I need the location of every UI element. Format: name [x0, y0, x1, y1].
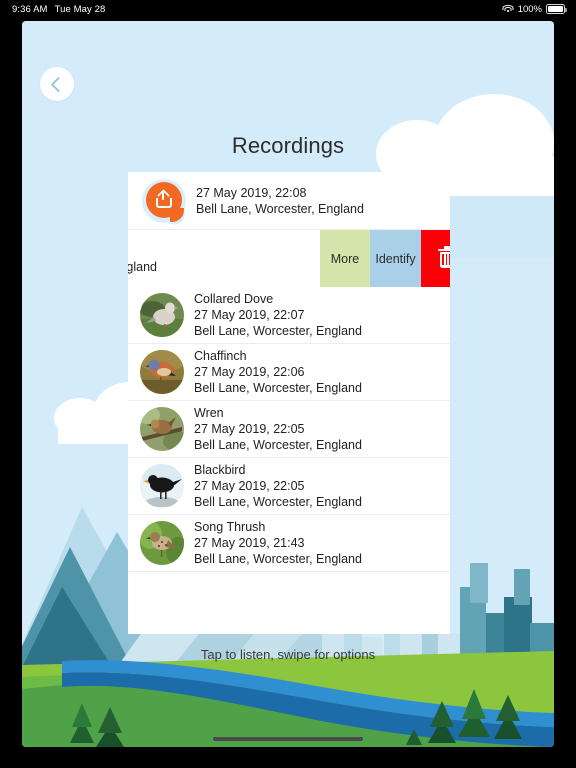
recording-time: 27 May 2019, 22:07	[194, 308, 305, 322]
list-item-meta: 08 ster, England	[128, 243, 157, 275]
recording-location: Bell Lane, Worcester, England	[194, 438, 362, 452]
table-row[interactable]: Collared Dove 27 May 2019, 22:07 Bell La…	[128, 287, 450, 344]
recording-location: ster, England	[128, 259, 157, 274]
status-time: 9:36 AM	[12, 3, 48, 15]
table-row[interactable]: Song Thrush 27 May 2019, 21:43 Bell Lane…	[128, 515, 450, 572]
bird-thumbnail-blackbird	[140, 464, 184, 508]
recording-time: 27 May 2019, 22:08	[196, 185, 307, 200]
bird-thumbnail-song-thrush	[140, 521, 184, 565]
bird-name: Chaffinch	[194, 349, 247, 363]
list-item-swiped[interactable]: 08 ster, England More Identify	[128, 230, 450, 287]
home-indicator[interactable]	[213, 737, 363, 741]
list-item-meta: Song Thrush 27 May 2019, 21:43 Bell Lane…	[194, 519, 362, 567]
list-item-upload[interactable]: 27 May 2019, 22:08 Bell Lane, Worcester,…	[128, 172, 450, 230]
list-item-meta: Blackbird 27 May 2019, 22:05 Bell Lane, …	[194, 462, 362, 510]
recording-time: 27 May 2019, 22:05	[194, 422, 305, 436]
recording-location: Bell Lane, Worcester, England	[194, 552, 362, 566]
list-empty-space	[128, 572, 450, 634]
identify-action-button[interactable]: Identify	[370, 230, 421, 287]
table-row[interactable]: Blackbird 27 May 2019, 22:05 Bell Lane, …	[128, 458, 450, 515]
bird-name: Song Thrush	[194, 520, 266, 534]
list-item-meta: 27 May 2019, 22:08 Bell Lane, Worcester,…	[196, 185, 364, 217]
status-bar: 9:36 AM Tue May 28 100%	[0, 0, 576, 18]
recording-location: Bell Lane, Worcester, England	[194, 381, 362, 395]
bird-thumbnail-wren	[140, 407, 184, 451]
delete-action-button[interactable]	[421, 230, 450, 287]
more-action-button[interactable]: More	[320, 230, 370, 287]
status-bar-left: 9:36 AM Tue May 28	[12, 4, 105, 15]
status-date: Tue May 28	[54, 3, 106, 15]
recordings-list: 27 May 2019, 22:08 Bell Lane, Worcester,…	[128, 172, 450, 634]
recording-time: 27 May 2019, 21:43	[194, 536, 305, 550]
list-item-meta: Collared Dove 27 May 2019, 22:07 Bell La…	[194, 291, 362, 339]
list-item-meta: Wren 27 May 2019, 22:05 Bell Lane, Worce…	[194, 405, 362, 453]
upload-icon	[140, 177, 188, 225]
tablet-device: 9:36 AM Tue May 28 100% Recordings 27 Ma…	[0, 0, 576, 768]
recording-location: Bell Lane, Worcester, England	[194, 324, 362, 338]
bird-name: Collared Dove	[194, 292, 274, 306]
list-item-meta: Chaffinch 27 May 2019, 22:06 Bell Lane, …	[194, 348, 362, 396]
table-row[interactable]: Chaffinch 27 May 2019, 22:06 Bell Lane, …	[128, 344, 450, 401]
recording-time: 27 May 2019, 22:05	[194, 479, 305, 493]
bird-thumbnail-chaffinch	[140, 350, 184, 394]
recording-location: Bell Lane, Worcester, England	[196, 201, 364, 216]
back-button[interactable]	[40, 67, 74, 101]
list-hint-text: Tap to listen, swipe for options	[200, 647, 376, 662]
swiped-row-content: 08 ster, England	[128, 230, 320, 287]
status-bar-right: 100%	[502, 3, 567, 15]
bird-name: Wren	[194, 406, 224, 420]
trash-icon	[438, 246, 450, 269]
recording-time: 08	[128, 243, 157, 259]
app-screen: Recordings 27 May 2019, 22:08 Bell Lane,…	[22, 21, 554, 747]
wifi-icon	[502, 4, 514, 14]
swipe-actions: More Identify	[320, 230, 450, 287]
page-title: Recordings	[231, 133, 345, 158]
battery-full-icon	[546, 4, 567, 14]
chevron-left-icon	[50, 76, 67, 92]
recording-time: 27 May 2019, 22:06	[194, 365, 305, 379]
bird-name: Blackbird	[194, 463, 246, 477]
battery-percent: 100%	[517, 3, 542, 15]
bird-thumbnail-collared-dove	[140, 293, 184, 337]
table-row[interactable]: Wren 27 May 2019, 22:05 Bell Lane, Worce…	[128, 401, 450, 458]
recording-location: Bell Lane, Worcester, England	[194, 495, 362, 509]
